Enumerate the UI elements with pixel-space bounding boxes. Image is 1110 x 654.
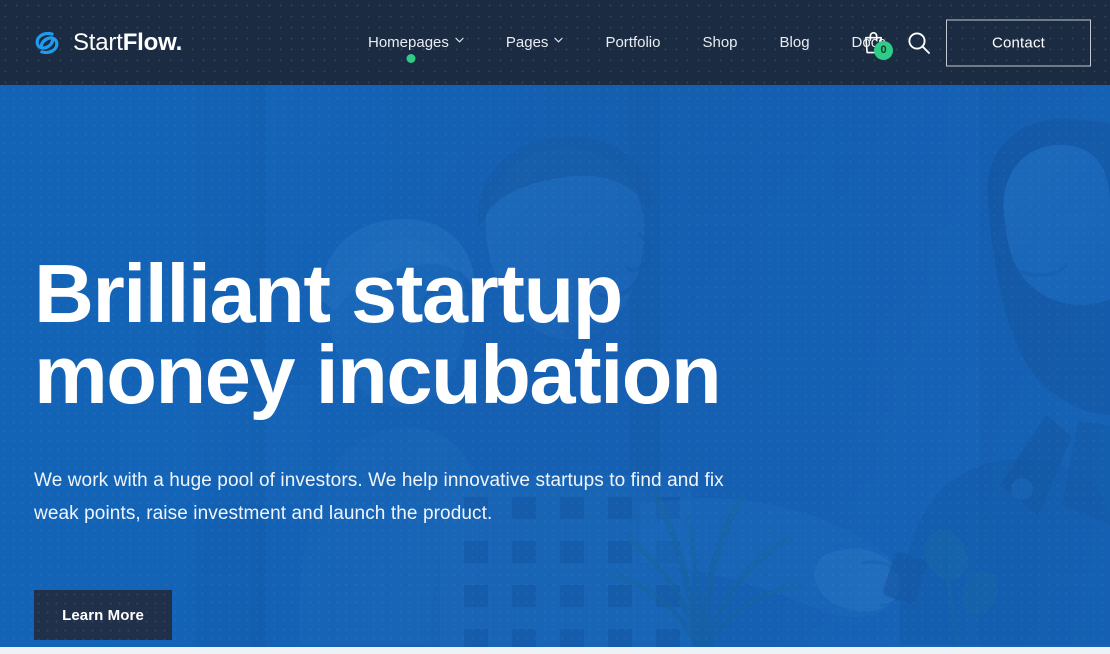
contact-button-label: Contact [991, 34, 1046, 51]
nav-item-shop[interactable]: Shop [681, 0, 758, 85]
hero-section: Brilliant startup money incubation We wo… [0, 85, 1110, 647]
active-page-indicator-dot [406, 54, 416, 63]
logo-text-light: Start [73, 28, 123, 56]
nav-item-blog[interactable]: Blog [759, 0, 831, 85]
hero-headline: Brilliant startup money incubation [34, 247, 884, 422]
hero-subtitle: We work with a huge pool of investors. W… [34, 464, 824, 531]
nav-label-blog: Blog [779, 34, 810, 51]
search-button[interactable] [906, 30, 932, 56]
chevron-down-icon [455, 37, 464, 46]
cart-count-badge: 0 [874, 40, 893, 60]
header-icon-group: 0 [862, 30, 932, 60]
startflow-swirl-logo-icon [32, 28, 62, 58]
main-navigation: Homepages Pages Portfolio Shop Blog Docs [368, 0, 907, 85]
hero-headline-line-2: money incubation [34, 328, 722, 422]
nav-label-homepages: Homepages [368, 34, 449, 51]
contact-button[interactable]: Contact [946, 19, 1091, 66]
learn-more-button-label: Learn More [62, 606, 144, 624]
nav-item-homepages[interactable]: Homepages [368, 0, 485, 85]
logo-text-bold: Flow. [122, 28, 183, 56]
search-icon [906, 31, 932, 60]
nav-label-shop: Shop [702, 34, 738, 51]
chevron-down-icon [554, 37, 564, 46]
hero-subtitle-line-2: weak points, raise investment and launch… [34, 502, 493, 524]
page-bottom-divider [0, 647, 1110, 654]
logo-wordmark: StartFlow. [73, 29, 182, 57]
site-header: StartFlow. Homepages Pages Portfolio Sho… [0, 0, 1110, 85]
landing-page: StartFlow. Homepages Pages Portfolio Sho… [0, 0, 1110, 654]
nav-item-pages[interactable]: Pages [485, 0, 585, 85]
learn-more-button[interactable]: Learn More [34, 590, 172, 641]
site-logo[interactable]: StartFlow. [32, 28, 182, 58]
hero-headline-line-1: Brilliant startup [34, 247, 623, 340]
nav-label-portfolio: Portfolio [605, 34, 661, 51]
cart-button[interactable]: 0 [862, 30, 893, 60]
nav-item-portfolio[interactable]: Portfolio [584, 0, 681, 85]
nav-label-pages: Pages [505, 34, 549, 51]
hero-subtitle-line-1: We work with a huge pool of investors. W… [34, 469, 724, 491]
hero-content: Brilliant startup money incubation We wo… [34, 85, 884, 641]
